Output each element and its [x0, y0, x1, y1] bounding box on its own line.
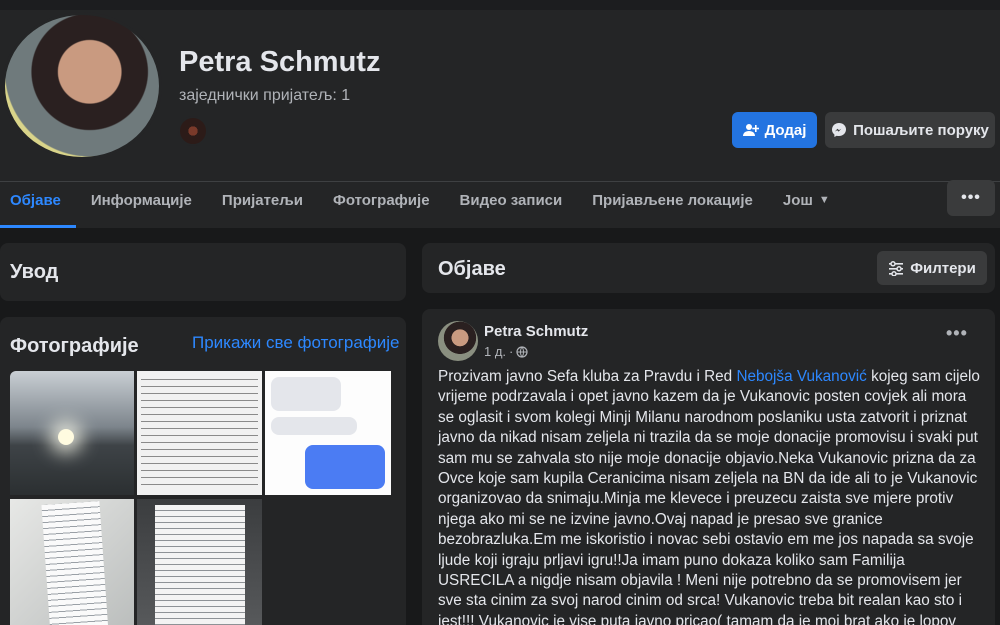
top-strip: [0, 0, 1000, 10]
post-time-label: 1 д.: [484, 344, 507, 359]
profile-name: Petra Schmutz: [179, 46, 381, 78]
intro-title: Увод: [10, 261, 59, 283]
tab-posts[interactable]: Објаве: [0, 172, 76, 228]
post-card: Petra Schmutz 1 д. · ••• Prozivam javno …: [422, 309, 995, 625]
globe-icon: [516, 345, 528, 358]
posts-title: Објаве: [438, 258, 506, 280]
post-text-part-1: Prozivam javno Sefa kluba za Pravdu i Re…: [438, 368, 737, 385]
photo-thumbnail[interactable]: [265, 371, 391, 495]
photo-thumbnail[interactable]: [10, 499, 134, 625]
photo-thumbnail[interactable]: [137, 371, 262, 495]
profile-tabs: Објаве Информације Пријатељи Фотографије…: [0, 172, 845, 228]
tab-photos[interactable]: Фотографије: [318, 172, 445, 228]
posts-header-card: Објаве Филтери: [422, 243, 995, 293]
send-message-button[interactable]: Пошаљите поруку: [825, 112, 995, 148]
mention-link[interactable]: Nebojša Vukanović: [736, 368, 866, 385]
post-timestamp[interactable]: 1 д. ·: [484, 344, 528, 359]
filters-button[interactable]: Филтери: [877, 251, 987, 285]
photos-card: Фотографије Прикажи све фотографије: [0, 317, 406, 625]
post-text: Prozivam javno Sefa kluba za Pravdu i Re…: [438, 367, 983, 625]
caret-down-icon: ▼: [818, 194, 830, 206]
tab-check-ins[interactable]: Пријављене локације: [577, 172, 768, 228]
profile-avatar[interactable]: [2, 12, 162, 160]
tab-about[interactable]: Информације: [76, 172, 207, 228]
tab-videos[interactable]: Видео записи: [445, 172, 578, 228]
filters-label: Филтери: [910, 259, 976, 277]
add-friend-button[interactable]: Додај: [732, 112, 817, 148]
photo-thumbnail[interactable]: [10, 371, 134, 495]
intro-card: Увод: [0, 243, 406, 301]
photos-title: Фотографије: [10, 335, 139, 357]
add-friend-icon: [742, 124, 759, 136]
post-author-avatar[interactable]: [438, 321, 478, 361]
see-all-photos-link[interactable]: Прикажи све фотографије: [192, 333, 400, 353]
filter-sliders-icon: [889, 261, 904, 276]
add-friend-label: Додај: [764, 121, 807, 139]
post-menu-button[interactable]: •••: [946, 323, 968, 344]
tab-more[interactable]: Још ▼: [768, 172, 845, 228]
mutual-friends-count[interactable]: заједнички пријатељ: 1: [179, 87, 350, 105]
tab-friends[interactable]: Пријатељи: [207, 172, 318, 228]
more-options-button[interactable]: •••: [947, 180, 995, 216]
messenger-icon: [832, 123, 847, 137]
mutual-friend-avatar[interactable]: [178, 116, 208, 146]
send-message-label: Пошаљите поруку: [853, 121, 989, 139]
post-author-name[interactable]: Petra Schmutz: [484, 323, 588, 340]
photo-thumbnail[interactable]: [137, 499, 262, 625]
post-text-part-2: kojeg sam cijelo vrijeme podrzavala i op…: [438, 368, 980, 625]
tab-more-label: Још: [782, 191, 813, 209]
